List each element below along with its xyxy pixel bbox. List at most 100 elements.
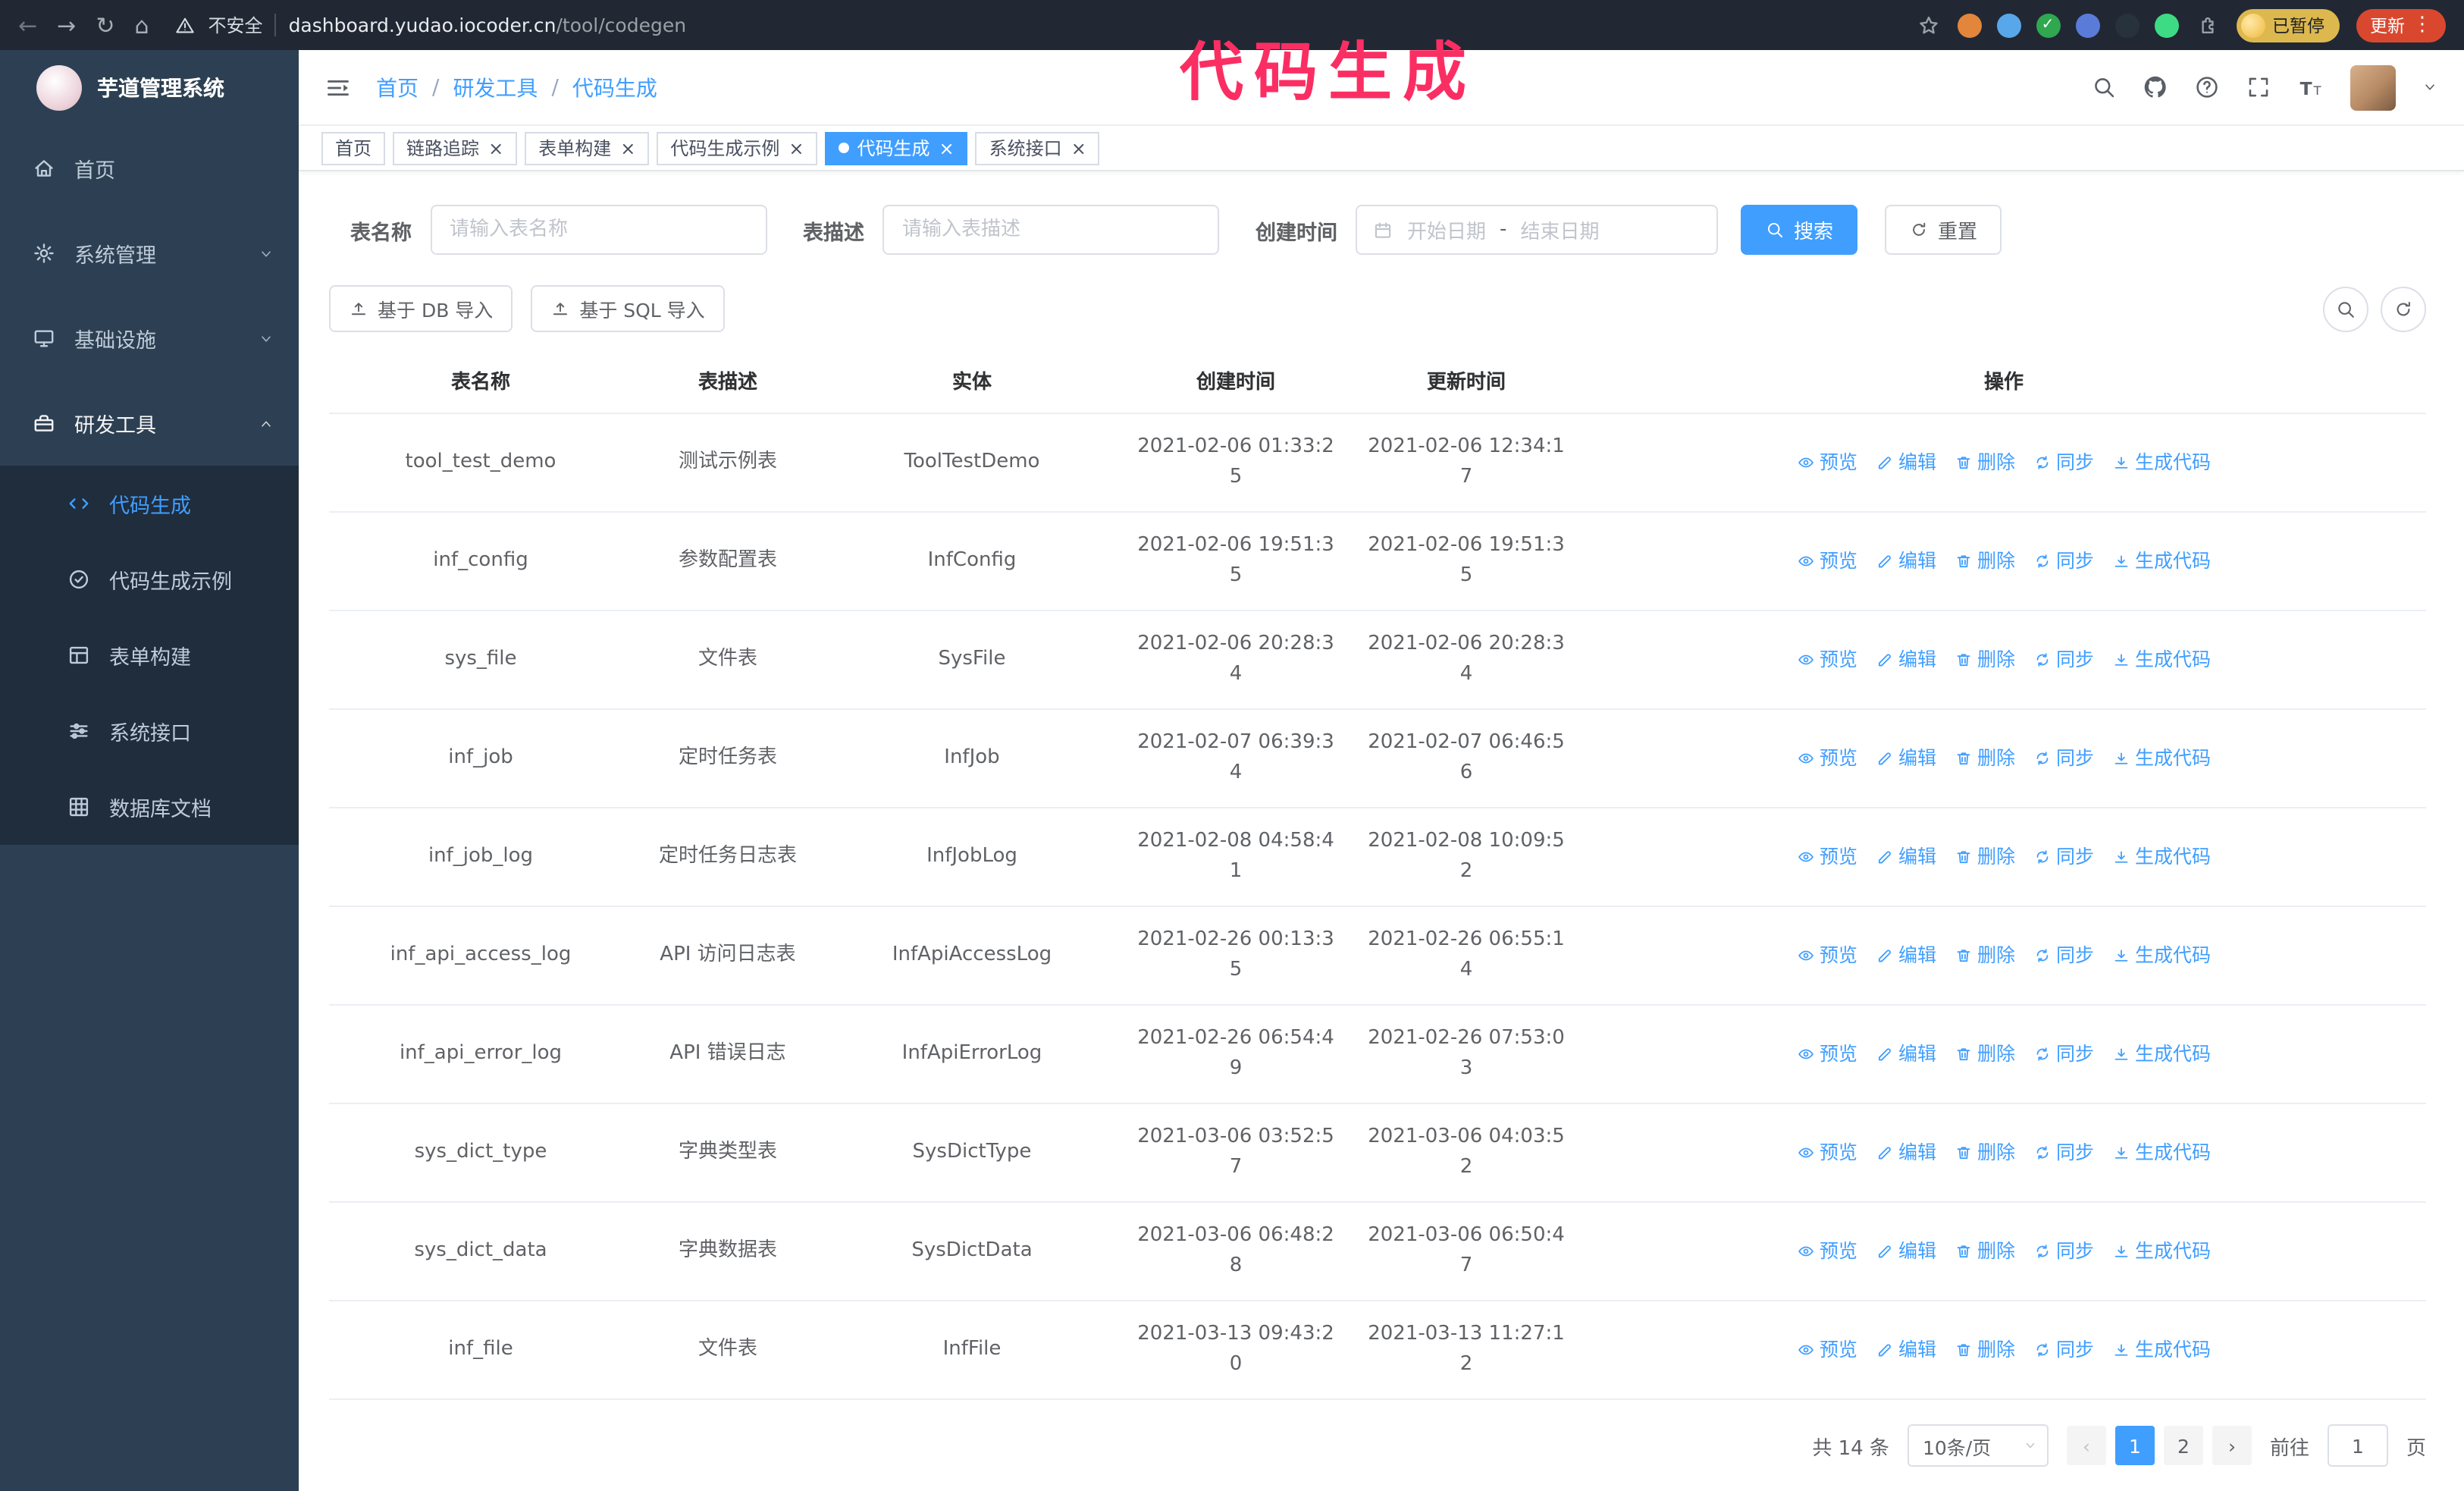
extension-icon[interactable] xyxy=(2154,13,2178,37)
row-action-edit[interactable]: 编辑 xyxy=(1876,1335,1936,1365)
page-button-2[interactable]: 2 xyxy=(2163,1426,2203,1465)
tab-1[interactable]: 链路追踪 × xyxy=(393,131,518,165)
reset-button[interactable]: 重置 xyxy=(1885,205,2002,255)
extension-icon[interactable] xyxy=(1996,13,2020,37)
sidebar-subitem-codegen-example[interactable]: 代码生成示例 xyxy=(0,541,299,617)
sidebar-item-devtools[interactable]: 研发工具 xyxy=(0,381,299,466)
row-action-preview[interactable]: 预览 xyxy=(1797,743,1857,774)
search-button[interactable]: 搜索 xyxy=(1741,205,1858,255)
row-action-delete[interactable]: 删除 xyxy=(1955,1138,2015,1168)
table-desc-input[interactable] xyxy=(882,205,1219,255)
extension-icon[interactable]: ✓ xyxy=(2036,13,2060,37)
breadcrumb-item[interactable]: 研发工具 xyxy=(453,72,538,102)
row-action-edit[interactable]: 编辑 xyxy=(1876,940,1936,971)
import-db-button[interactable]: 基于 DB 导入 xyxy=(329,285,513,332)
update-button[interactable]: 更新 ⋮ xyxy=(2356,8,2446,42)
row-action-delete[interactable]: 删除 xyxy=(1955,743,2015,774)
user-menu-caret[interactable] xyxy=(2422,79,2438,96)
row-action-delete[interactable]: 删除 xyxy=(1955,447,2015,478)
row-action-delete[interactable]: 删除 xyxy=(1955,1039,2015,1069)
help-button[interactable] xyxy=(2194,74,2220,100)
refresh-table-button[interactable] xyxy=(2381,286,2426,331)
row-action-preview[interactable]: 预览 xyxy=(1797,546,1857,576)
row-action-delete[interactable]: 删除 xyxy=(1955,940,2015,971)
extension-icon[interactable] xyxy=(2075,13,2099,37)
row-action-preview[interactable]: 预览 xyxy=(1797,1039,1857,1069)
address-bar[interactable]: 不安全 dashboard.yudao.iocoder.cn/tool/code… xyxy=(175,12,1896,38)
row-action-sync[interactable]: 同步 xyxy=(2033,1138,2094,1168)
row-action-sync[interactable]: 同步 xyxy=(2033,546,2094,576)
row-action-sync[interactable]: 同步 xyxy=(2033,1335,2094,1365)
row-action-delete[interactable]: 删除 xyxy=(1955,645,2015,675)
row-action-sync[interactable]: 同步 xyxy=(2033,1039,2094,1069)
row-action-sync[interactable]: 同步 xyxy=(2033,743,2094,774)
row-action-preview[interactable]: 预览 xyxy=(1797,447,1857,478)
row-action-edit[interactable]: 编辑 xyxy=(1876,743,1936,774)
row-action-generate[interactable]: 生成代码 xyxy=(2112,1138,2211,1168)
extension-icon[interactable] xyxy=(2114,13,2139,37)
goto-page-input[interactable] xyxy=(2327,1424,2388,1467)
profile-chip[interactable]: 已暂停 xyxy=(2236,8,2340,42)
breadcrumb-item[interactable]: 代码生成 xyxy=(572,72,657,102)
row-action-generate[interactable]: 生成代码 xyxy=(2112,1335,2211,1365)
row-action-generate[interactable]: 生成代码 xyxy=(2112,940,2211,971)
github-link[interactable] xyxy=(2143,74,2168,100)
row-action-generate[interactable]: 生成代码 xyxy=(2112,1039,2211,1069)
row-action-generate[interactable]: 生成代码 xyxy=(2112,645,2211,675)
header-search-button[interactable] xyxy=(2091,74,2117,100)
row-action-sync[interactable]: 同步 xyxy=(2033,940,2094,971)
row-action-delete[interactable]: 删除 xyxy=(1955,1236,2015,1267)
row-action-preview[interactable]: 预览 xyxy=(1797,842,1857,872)
breadcrumb-item[interactable]: 首页 xyxy=(376,72,419,102)
home-button[interactable]: ⌂ xyxy=(134,11,149,39)
tab-2[interactable]: 表单构建 × xyxy=(525,131,650,165)
page-size-select[interactable]: 10条/页 xyxy=(1907,1424,2049,1467)
close-icon[interactable]: × xyxy=(488,139,503,157)
row-action-sync[interactable]: 同步 xyxy=(2033,447,2094,478)
row-action-preview[interactable]: 预览 xyxy=(1797,1138,1857,1168)
row-action-edit[interactable]: 编辑 xyxy=(1876,1039,1936,1069)
row-action-preview[interactable]: 预览 xyxy=(1797,645,1857,675)
row-action-edit[interactable]: 编辑 xyxy=(1876,842,1936,872)
kebab-menu-icon[interactable]: ⋮ xyxy=(2412,15,2432,35)
close-icon[interactable]: × xyxy=(939,139,955,157)
row-action-preview[interactable]: 预览 xyxy=(1797,940,1857,971)
forward-button[interactable]: → xyxy=(57,11,76,39)
tab-4[interactable]: 代码生成 × xyxy=(825,131,968,165)
row-action-delete[interactable]: 删除 xyxy=(1955,1335,2015,1365)
row-action-preview[interactable]: 预览 xyxy=(1797,1236,1857,1267)
font-size-button[interactable]: TT xyxy=(2297,74,2324,101)
extensions-menu-button[interactable] xyxy=(2195,13,2219,37)
row-action-sync[interactable]: 同步 xyxy=(2033,1236,2094,1267)
sidebar-item-home[interactable]: 首页 xyxy=(0,126,299,211)
sidebar-toggle[interactable] xyxy=(324,74,352,101)
row-action-edit[interactable]: 编辑 xyxy=(1876,447,1936,478)
row-action-generate[interactable]: 生成代码 xyxy=(2112,546,2211,576)
row-action-edit[interactable]: 编辑 xyxy=(1876,1236,1936,1267)
row-action-sync[interactable]: 同步 xyxy=(2033,645,2094,675)
row-action-sync[interactable]: 同步 xyxy=(2033,842,2094,872)
next-page-button[interactable]: › xyxy=(2212,1426,2252,1465)
row-action-preview[interactable]: 预览 xyxy=(1797,1335,1857,1365)
date-range-picker[interactable]: 开始日期 - 结束日期 xyxy=(1356,205,1718,255)
row-action-delete[interactable]: 删除 xyxy=(1955,842,2015,872)
tab-5[interactable]: 系统接口 × xyxy=(975,131,1100,165)
prev-page-button[interactable]: ‹ xyxy=(2066,1426,2106,1465)
sidebar-subitem-db-doc[interactable]: 数据库文档 xyxy=(0,769,299,845)
bookmark-star-button[interactable] xyxy=(1916,13,1940,37)
tab-0[interactable]: 首页 xyxy=(321,131,386,165)
row-action-generate[interactable]: 生成代码 xyxy=(2112,1236,2211,1267)
close-icon[interactable]: × xyxy=(620,139,635,157)
page-button-1[interactable]: 1 xyxy=(2114,1426,2155,1465)
row-action-edit[interactable]: 编辑 xyxy=(1876,546,1936,576)
tab-3[interactable]: 代码生成示例 × xyxy=(657,131,818,165)
app-logo[interactable]: 芋道管理系统 xyxy=(0,50,299,126)
row-action-edit[interactable]: 编辑 xyxy=(1876,1138,1936,1168)
user-avatar[interactable] xyxy=(2350,64,2396,110)
row-action-delete[interactable]: 删除 xyxy=(1955,546,2015,576)
close-icon[interactable]: × xyxy=(788,139,804,157)
table-name-input[interactable] xyxy=(430,205,766,255)
sidebar-subitem-form-build[interactable]: 表单构建 xyxy=(0,617,299,693)
sidebar-subitem-api[interactable]: 系统接口 xyxy=(0,693,299,769)
row-action-edit[interactable]: 编辑 xyxy=(1876,645,1936,675)
